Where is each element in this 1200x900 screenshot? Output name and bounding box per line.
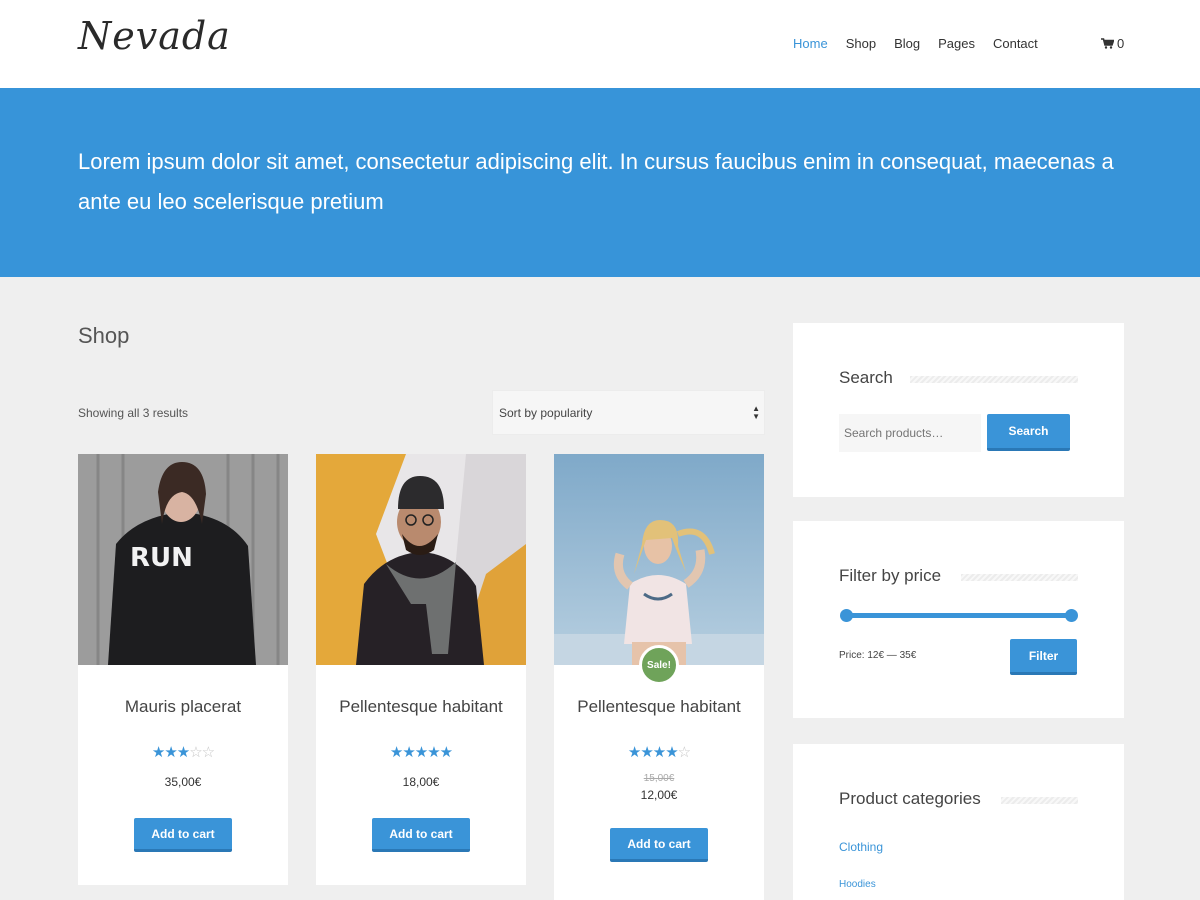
filter-button[interactable]: Filter [1010,639,1077,675]
sort-select[interactable]: Sort by popularity ▲ ▼ [492,390,765,435]
product-image[interactable] [316,454,526,665]
product-title[interactable]: Pellentesque habitant [316,697,526,717]
product-image[interactable]: RUN [78,454,288,665]
product-photo-scarf [316,454,526,665]
product-price: 18,00€ [402,775,440,789]
product-title[interactable]: Pellentesque habitant [554,697,764,717]
product-title[interactable]: Mauris placerat [78,697,288,717]
product-old-price: 15,00€ [643,773,675,784]
star-rating: ★★★★★ [389,744,453,761]
main-nav: Home Shop Blog Pages Contact [793,36,1056,52]
product-card[interactable]: Sale! Pellentesque habitant ★★★★☆ 15,00€… [554,454,764,900]
price-range-label: Price: 12€ — 35€ [839,650,917,661]
product-photo-hoodie: RUN [78,454,288,665]
product-image[interactable] [554,454,764,665]
add-to-cart-button[interactable]: Add to cart [134,818,232,852]
site-logo[interactable]: Nevada [78,14,231,58]
nav-shop[interactable]: Shop [846,36,876,52]
price-filter-widget: Filter by price Price: 12€ — 35€ Filter [793,521,1124,718]
title-divider [910,376,1078,383]
category-link-hoodies[interactable]: Hoodies [839,879,876,890]
product-card[interactable]: RUN Mauris placerat ★★★☆☆ 35,00€ Add to … [78,454,288,885]
search-input[interactable] [839,414,981,452]
product-price: 35,00€ [164,775,202,789]
site-header: Nevada Home Shop Blog Pages Contact 0 [0,0,1200,88]
category-link-clothing[interactable]: Clothing [839,840,883,854]
add-to-cart-button[interactable]: Add to cart [610,828,708,862]
cart-icon [1101,38,1114,49]
widget-title: Search [839,368,893,387]
search-button[interactable]: Search [987,414,1070,451]
star-rating: ★★★☆☆ [151,744,215,761]
hero-text: Lorem ipsum dolor sit amet, consectetur … [78,149,1114,214]
price-slider-max-handle[interactable] [1065,609,1078,622]
nav-blog[interactable]: Blog [894,36,920,52]
nav-pages[interactable]: Pages [938,36,975,52]
product-photo-blouse [554,454,764,665]
title-divider [1001,797,1078,804]
nav-home[interactable]: Home [793,36,828,52]
product-price: 12,00€ [640,788,678,802]
price-slider-track[interactable] [846,613,1071,618]
results-count: Showing all 3 results [78,406,189,420]
cart-link[interactable]: 0 [1101,36,1124,51]
select-arrows-icon: ▲ ▼ [752,404,760,421]
search-widget: Search Search [793,323,1124,497]
title-divider [961,574,1078,581]
nav-contact[interactable]: Contact [993,36,1038,52]
product-card[interactable]: Pellentesque habitant ★★★★★ 18,00€ Add t… [316,454,526,885]
add-to-cart-button[interactable]: Add to cart [372,818,470,852]
star-rating: ★★★★☆ [627,744,691,761]
cart-count: 0 [1117,36,1125,51]
widget-title: Filter by price [839,566,942,585]
product-categories-widget: Product categories Clothing Hoodies [793,744,1124,900]
sort-select-value: Sort by popularity [499,405,593,420]
svg-text:RUN: RUN [130,543,193,573]
sale-badge: Sale! [639,645,679,685]
widget-title: Product categories [839,789,981,808]
price-slider-min-handle[interactable] [840,609,853,622]
page-title: Shop [78,323,130,348]
